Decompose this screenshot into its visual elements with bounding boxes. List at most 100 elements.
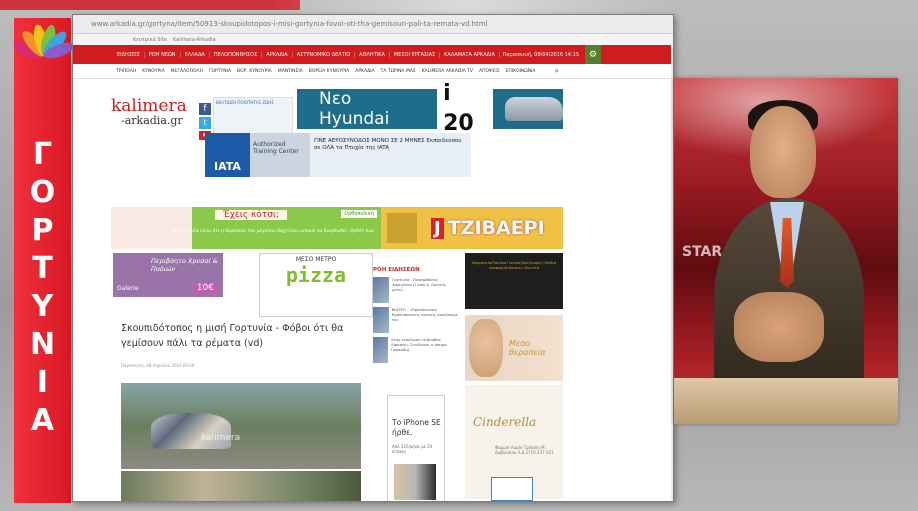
region-letter: Τ [32,251,53,286]
subnav-item[interactable]: ΒΟΡ. ΚΥΝΟΥΡΙΑ [234,69,275,74]
news-item-text: Γορτυνία - Παρεμβάσεις Αρχηγείου Ο Ισον … [392,277,447,292]
article-photo-strip[interactable] [121,471,361,501]
phones-image [394,464,436,500]
iata-auth-text: Authorized Training Center [253,141,299,155]
tzivaeri-ad[interactable]: J ΤΖΙΒΑΕΡΙ [381,207,563,249]
subnav-item[interactable]: ΒΟΡΕΙΑ ΚΥΝΟΥΡΙΑ [306,69,353,74]
region-letter: Ο [29,175,56,210]
subnav-item[interactable]: ΓΟΡΤΥΝΙΑ [206,69,234,74]
address-bar[interactable]: www.arkadia.gr/gortyna/item/50913-skoupi… [73,15,673,34]
nav-item[interactable]: ΚΑΛΑΜΑΤΑ ΑΡΚΑΔΙΑ [440,51,500,58]
hyundai-ad[interactable]: Νεο Hyundai i 20 [297,79,563,139]
subnav-item[interactable]: ΑΡΚΑΔΙΑ [352,69,377,74]
nav-item[interactable]: ΑΡΚΑΔΙΑ [262,51,293,58]
article-meta: Παρασκευή, 08 Απριλίου 2016 09:08 [121,363,195,368]
studio-text: STAR [682,244,723,260]
search-icon[interactable]: ⌕ [555,66,559,76]
subnav-item[interactable]: ΤΡΙΠΟΛΗ [113,69,139,74]
nav-item[interactable]: ΡΟΗ ΝΕΩΝ [145,51,181,58]
news-thumb [373,337,388,363]
news-thumb [373,307,389,333]
iata-logo: IATA [205,133,250,177]
nav-item[interactable]: ΑΣΤΥΝΟΜΙΚΟ ΔΕΛΤΙΟ [293,51,356,58]
presenter-video: STAR [674,78,898,424]
tzivaeri-logo-image [387,213,417,243]
channel-logo-icon [13,24,75,59]
iata-ad-text: ΓΙΝΕ ΑΕΡΟΣΥΝΟΔΟΣ ΜΟΝΟ ΣΕ 2 ΜΗΝΕΣ Εκπαιδε… [310,133,471,177]
galerie-ad-line2: Galerie [117,285,139,292]
house-icon [491,477,533,501]
region-letter: Ι [36,365,49,400]
studio-desk [674,378,898,424]
hyundai-ad-text: Νεο Hyundai [319,89,390,129]
subnav-item[interactable]: ΤΑ ΤΩΡΙΝΑ ΜΑΣ [378,69,419,74]
region-letter: Υ [31,289,54,324]
cinderella-ad[interactable]: Cinderella Φαρμ/κ Λαρ/κ Τρίπολη Μ. Δαβηκ… [465,385,563,501]
orthopedic-ad-headline: Έχεις κότσι; [215,210,287,220]
twitter-icon[interactable]: t [199,117,211,129]
region-letter: Α [30,403,55,438]
website-viewport: ΕΙΔΗΣΕΙΣ ΡΟΗ ΝΕΩΝ ΕΛΛΑΔΑ ΠΕΛΟΠΟΝΝΗΣΟΣ ΑΡ… [73,45,673,501]
dark-ad[interactable]: Φαρμακεία/Παιδικά Γιατροί/Καλ/Αγορές/ Μα… [465,253,563,309]
right-ads-column: Φαρμακεία/Παιδικά Γιατροί/Καλ/Αγορές/ Μα… [465,253,563,501]
nav-item[interactable]: ΑΘΛΗΤΙΚΑ [355,51,390,58]
iata-ad[interactable]: IATA Authorized Training Center ΓΙΝΕ ΑΕΡ… [205,133,471,177]
spa-ad[interactable]: Μεσο θεραπεία [465,315,563,381]
region-letter: Ρ [31,213,54,248]
subnav-item[interactable]: ΜΕΓΑΛΟΠΟΛΗ [168,69,206,74]
subnav-item[interactable]: ΑΠΟΨΕΙΣ [476,69,503,74]
cinderella-ad-title: Cinderella [473,415,537,429]
orthopedic-ad[interactable]: Έχεις κότσι; Τα καλά νέα είναι ότι η θερ… [111,207,381,249]
galerie-ad-badge: 10€ [193,283,217,293]
small-ad-text: ΒΕΛΤΙΩΣΗ ΠΟΙΟΤΗΤΑΣ ΖΩΗΣ [216,100,274,105]
galerie-ad-line1: Περιβόητο Χρυσοί & Ποδιών [151,257,218,273]
cinderella-ad-sub: Φαρμ/κ Λαρ/κ Τρίπολη Μ. Δαβηκλίου Λ.Δ 27… [495,445,554,455]
settings-gear-icon[interactable]: ⚙ [585,45,601,64]
list-item[interactable]: ΒΙΝΤΕΟ - «Προοδευτικό Καρδιοπολικής αγωγ… [373,307,459,333]
article-photo[interactable]: kalimera [121,383,361,469]
logo-line1: kalimera [111,96,187,116]
news-item-text: ΒΙΝΤΕΟ - «Προοδευτικό Καρδιοπολικής αγωγ… [391,307,458,322]
tzivaeri-name: ΤΖΙΒΑΕΡΙ [447,217,545,239]
nav-item[interactable]: ΕΛΛΑΔΑ [181,51,210,58]
presenter-head [750,106,816,198]
garbage-pile-image [151,413,231,449]
website-content: ΕΙΔΗΣΕΙΣ ΡΟΗ ΝΕΩΝ ΕΛΛΑΔΑ ΠΕΛΟΠΟΝΝΗΣΟΣ ΑΡ… [73,45,671,501]
galerie-ad[interactable]: Περιβόητο Χρυσοί & Ποδιών Galerie 10€ [113,253,223,297]
subnav-item[interactable]: ΚΥΝΟΥΡΙΑ [139,69,167,74]
browser-window: www.arkadia.gr/gortyna/item/50913-skoupi… [72,14,674,502]
woman-face-image [469,319,503,377]
presenter-hands [734,292,824,362]
list-item[interactable]: Γορτυνία - Παρεμβάσεις Αρχηγείου Ο Ισον … [373,277,459,303]
article-title[interactable]: Σκουπιδότοπος η μισή Γορτυνία - Φόβοι ότ… [121,321,371,351]
car-image [505,97,563,121]
subnav-item[interactable]: KALIMERA ARKADIA TV [419,69,476,74]
news-thumb [373,277,390,303]
pizza-ad-top: ΜΕΣΟ ΜΕΤΡΟ [295,256,337,263]
sub-nav: ΤΡΙΠΟΛΗ ΚΥΝΟΥΡΙΑ ΜΕΓΑΛΟΠΟΛΗ ΓΟΡΤΥΝΙΑ ΒΟΡ… [73,64,671,79]
region-letter: Ν [29,327,56,362]
bookmark-item[interactable]: Κεντρικό Site [133,37,167,43]
bookmark-item[interactable]: Kalimera-Arkadia [173,37,216,43]
nav-item[interactable]: ΜΕΣΟΙ ΕΡΓΑΣΙΑΣ [390,51,441,58]
pizza-ad-name: pizza [285,263,347,287]
iphone-ad[interactable]: Το iPhone SE ήρθε. Από 31€/μήνα με 24 άτ… [387,395,445,501]
hyundai-ad-model: i 20 [437,79,494,139]
orthopedic-ad-body: Τα καλά νέα είναι ότι η θεραπεία του μεγ… [171,229,375,234]
facebook-icon[interactable]: f [199,103,211,115]
list-item[interactable]: Στην εκδήλωση «Κάλαβας Λάρισος» Συνέδριο… [373,337,459,363]
pizza-ad[interactable]: ΜΕΣΟ ΜΕΤΡΟ pizza [259,253,373,317]
site-logo[interactable]: kalimera -arkadia.gr f t ▶ [111,96,211,143]
main-nav: ΕΙΔΗΣΕΙΣ ΡΟΗ ΝΕΩΝ ΕΛΛΑΔΑ ΠΕΛΟΠΟΝΝΗΣΟΣ ΑΡ… [73,45,671,64]
news-feed-title: ΡΟΗ ΕΙΔΗΣΕΩΝ [373,267,420,273]
url-text[interactable]: www.arkadia.gr/gortyna/item/50913-skoupi… [91,20,488,28]
region-name-vertical: Γ Ο Ρ Τ Υ Ν Ι Α [14,136,71,440]
nav-item[interactable]: ΠΕΛΟΠΟΝΝΗΣΟΣ [210,51,263,58]
region-banner: Γ Ο Ρ Τ Υ Ν Ι Α [13,18,75,503]
subnav-item[interactable]: ΕΠΙΚΟΙΝΩΝΙΑ [503,69,539,74]
news-item-text: Στην εκδήλωση «Κάλαβας Λάρισος» Συνέδριο… [391,337,447,352]
site-date: Παρασκευή, 08/04/2016 14:15 [502,51,579,58]
nav-item[interactable]: ΕΙΔΗΣΕΙΣ [113,51,145,58]
subnav-item[interactable]: ΜΑΝΤΙΝΕΙΑ [275,69,306,74]
region-letter: Γ [32,137,53,172]
